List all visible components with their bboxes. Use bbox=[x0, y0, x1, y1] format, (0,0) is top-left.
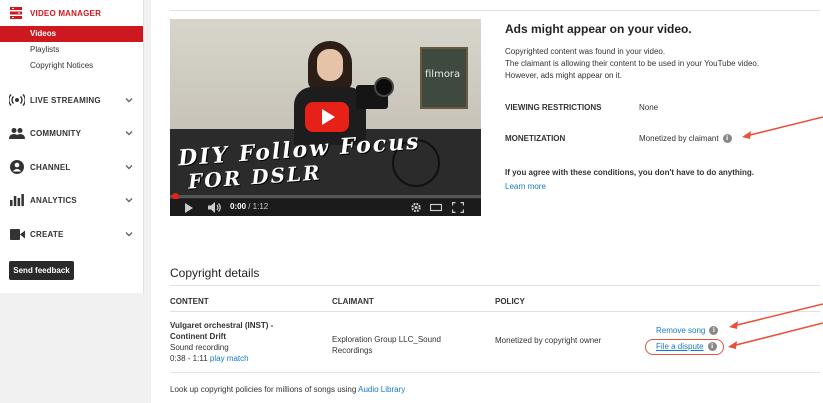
info-icon[interactable]: i bbox=[722, 134, 732, 143]
channel-icon bbox=[9, 160, 25, 174]
analytics-label: ANALYTICS bbox=[30, 195, 77, 205]
content-type: Sound recording bbox=[170, 343, 229, 352]
theater-mode-icon[interactable] bbox=[430, 202, 442, 213]
table-row-claimant-cell: Exploration Group LLC_Sound Recordings bbox=[332, 334, 441, 356]
viewing-restrictions-value: None bbox=[639, 103, 659, 112]
play-pause-icon[interactable] bbox=[185, 203, 193, 213]
channel-label: CHANNEL bbox=[30, 162, 71, 172]
monetization-label: MONETIZATION bbox=[505, 134, 566, 143]
lookup-text: Look up copyright policies for millions … bbox=[170, 385, 357, 394]
video-frame-lens bbox=[374, 77, 394, 97]
play-icon bbox=[322, 109, 335, 125]
live-streaming-icon bbox=[9, 93, 25, 107]
chevron-down-icon bbox=[125, 232, 133, 237]
sidebar-item-create[interactable]: CREATE bbox=[0, 223, 144, 245]
video-frame-person-face bbox=[317, 49, 343, 81]
viewing-restrictions-label: VIEWING RESTRICTIONS bbox=[505, 103, 602, 112]
sidebar-item-channel[interactable]: CHANNEL bbox=[0, 156, 144, 178]
video-manager-header[interactable]: VIDEO MANAGER bbox=[0, 0, 143, 26]
column-header-content: CONTENT bbox=[170, 297, 209, 306]
video-time-current: 0:00 bbox=[230, 202, 247, 211]
info-icon[interactable]: i bbox=[707, 342, 717, 351]
audio-library-link[interactable]: Audio Library bbox=[358, 385, 405, 394]
claimant-line1: Exploration Group LLC_Sound bbox=[332, 335, 441, 344]
chevron-down-icon bbox=[125, 98, 133, 103]
community-icon bbox=[9, 126, 25, 140]
sidebar-item-live-streaming[interactable]: LIVE STREAMING bbox=[0, 89, 144, 111]
content-title-line1: Vulgaret orchestral (INST) - bbox=[170, 321, 274, 330]
file-dispute-link[interactable]: File a dispute bbox=[656, 341, 704, 352]
sidebar-item-community[interactable]: COMMUNITY bbox=[0, 122, 144, 144]
live-streaming-label: LIVE STREAMING bbox=[30, 95, 101, 105]
policy-value: Monetized by copyright owner bbox=[495, 336, 602, 345]
video-manager-label: VIDEO MANAGER bbox=[30, 8, 102, 18]
content-range-wrap: 0:38 - 1:11 play match bbox=[170, 353, 273, 364]
divider bbox=[170, 10, 820, 11]
info-icon[interactable]: i bbox=[709, 326, 719, 335]
video-player[interactable]: filmora DIY Follow Focus FOR DSLR 0:00 /… bbox=[170, 19, 481, 216]
sidebar-item-analytics[interactable]: ANALYTICS bbox=[0, 189, 144, 211]
volume-icon[interactable] bbox=[208, 202, 222, 213]
sidebar: VIDEO MANAGER Videos Playlists Copyright… bbox=[0, 0, 144, 293]
video-time-total: / 1:12 bbox=[246, 202, 269, 211]
settings-gear-icon[interactable] bbox=[410, 202, 422, 213]
video-progress-bar[interactable] bbox=[170, 195, 481, 198]
table-row-content-cell: Vulgaret orchestral (INST) - Continent D… bbox=[170, 320, 273, 364]
video-frame-board-text: filmora bbox=[425, 69, 461, 80]
create-icon bbox=[9, 227, 25, 241]
claimant-line2: Recordings bbox=[332, 346, 373, 355]
ads-description-line: The claimant is allowing their content t… bbox=[505, 59, 760, 68]
copyright-details-heading: Copyright details bbox=[170, 266, 260, 280]
play-match-link[interactable]: play match bbox=[210, 354, 249, 363]
column-header-policy: POLICY bbox=[495, 297, 525, 306]
sidebar-item-playlists[interactable]: Playlists bbox=[0, 42, 143, 58]
remove-song-link[interactable]: Remove song bbox=[656, 325, 705, 336]
agree-conditions-text: If you agree with these conditions, you … bbox=[505, 168, 755, 177]
chevron-down-icon bbox=[125, 165, 133, 170]
remove-song-action[interactable]: Remove song i bbox=[656, 325, 719, 336]
learn-more-link[interactable]: Learn more bbox=[505, 182, 546, 191]
content-range: 0:38 - 1:11 bbox=[170, 354, 208, 363]
divider bbox=[170, 311, 820, 312]
video-time-display: 0:00 / 1:12 bbox=[230, 202, 268, 211]
create-label: CREATE bbox=[30, 229, 64, 239]
divider bbox=[170, 285, 820, 286]
ads-description-line: Copyrighted content was found in your vi… bbox=[505, 47, 666, 56]
sidebar-item-videos[interactable]: Videos bbox=[0, 26, 143, 42]
community-label: COMMUNITY bbox=[30, 128, 82, 138]
monetization-value: Monetized by claimant bbox=[639, 134, 719, 143]
column-header-claimant: CLAIMANT bbox=[332, 297, 374, 306]
ads-description: Copyrighted content was found in your vi… bbox=[505, 46, 815, 82]
chevron-down-icon bbox=[125, 198, 133, 203]
analytics-icon bbox=[9, 193, 25, 207]
send-feedback-button[interactable]: Send feedback bbox=[9, 261, 74, 280]
video-manager-icon bbox=[10, 7, 22, 19]
chevron-down-icon bbox=[125, 131, 133, 136]
file-dispute-action[interactable]: File a dispute i bbox=[656, 341, 717, 352]
ads-description-line: However, ads might appear on it. bbox=[505, 71, 622, 80]
monetization-value-wrap: Monetized by claimant i bbox=[639, 134, 732, 143]
content-title-line2: Continent Drift bbox=[170, 332, 226, 341]
sidebar-item-copyright-notices[interactable]: Copyright Notices bbox=[0, 58, 143, 74]
audio-library-prompt: Look up copyright policies for millions … bbox=[170, 385, 405, 394]
fullscreen-icon[interactable] bbox=[452, 202, 464, 213]
ads-heading: Ads might appear on your video. bbox=[505, 22, 692, 36]
divider bbox=[170, 372, 820, 373]
main-content: filmora DIY Follow Focus FOR DSLR 0:00 /… bbox=[151, 0, 823, 403]
